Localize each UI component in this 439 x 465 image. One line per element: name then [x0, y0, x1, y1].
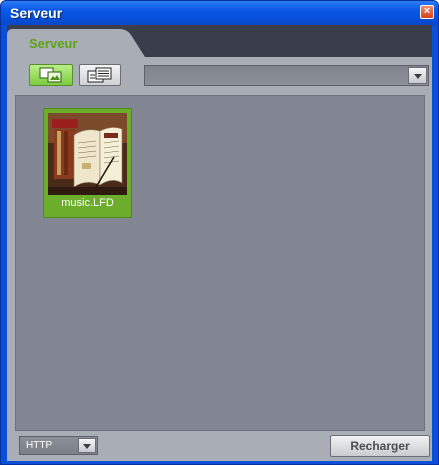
file-browser-area[interactable]: music.LFD	[15, 95, 425, 431]
file-name: music.LFD	[61, 197, 114, 209]
server-panel: music.LFD HTTP Recharger	[7, 57, 432, 461]
protocol-dropdown[interactable]: HTTP	[19, 436, 98, 455]
toolbar	[7, 57, 432, 95]
close-button[interactable]: ×	[420, 5, 434, 19]
list-view-button[interactable]	[79, 64, 121, 86]
tab-serveur[interactable]: Serveur	[7, 29, 147, 57]
chevron-down-icon[interactable]	[78, 438, 96, 453]
title-bar[interactable]: Serveur ×	[1, 1, 438, 25]
thumbnail-view-icon	[39, 67, 62, 83]
list-view-icon	[87, 67, 112, 83]
thumbnail-view-button[interactable]	[29, 64, 73, 86]
reload-button[interactable]: Recharger	[330, 435, 430, 457]
bottom-bar: HTTP Recharger	[7, 431, 432, 461]
tab-label: Serveur	[29, 36, 78, 51]
music-book-thumbnail-icon	[48, 113, 127, 195]
protocol-value: HTTP	[26, 440, 53, 451]
server-window: Serveur × Serveur music.LFD HTTP Recharg…	[0, 0, 439, 465]
window-title: Serveur	[10, 5, 63, 21]
window-body: Serveur music.LFD HTTP Recharger	[7, 25, 432, 461]
tab-strip: Serveur	[7, 25, 432, 57]
file-item[interactable]: music.LFD	[43, 108, 132, 218]
chevron-down-icon[interactable]	[408, 67, 427, 84]
path-dropdown[interactable]	[144, 65, 429, 86]
